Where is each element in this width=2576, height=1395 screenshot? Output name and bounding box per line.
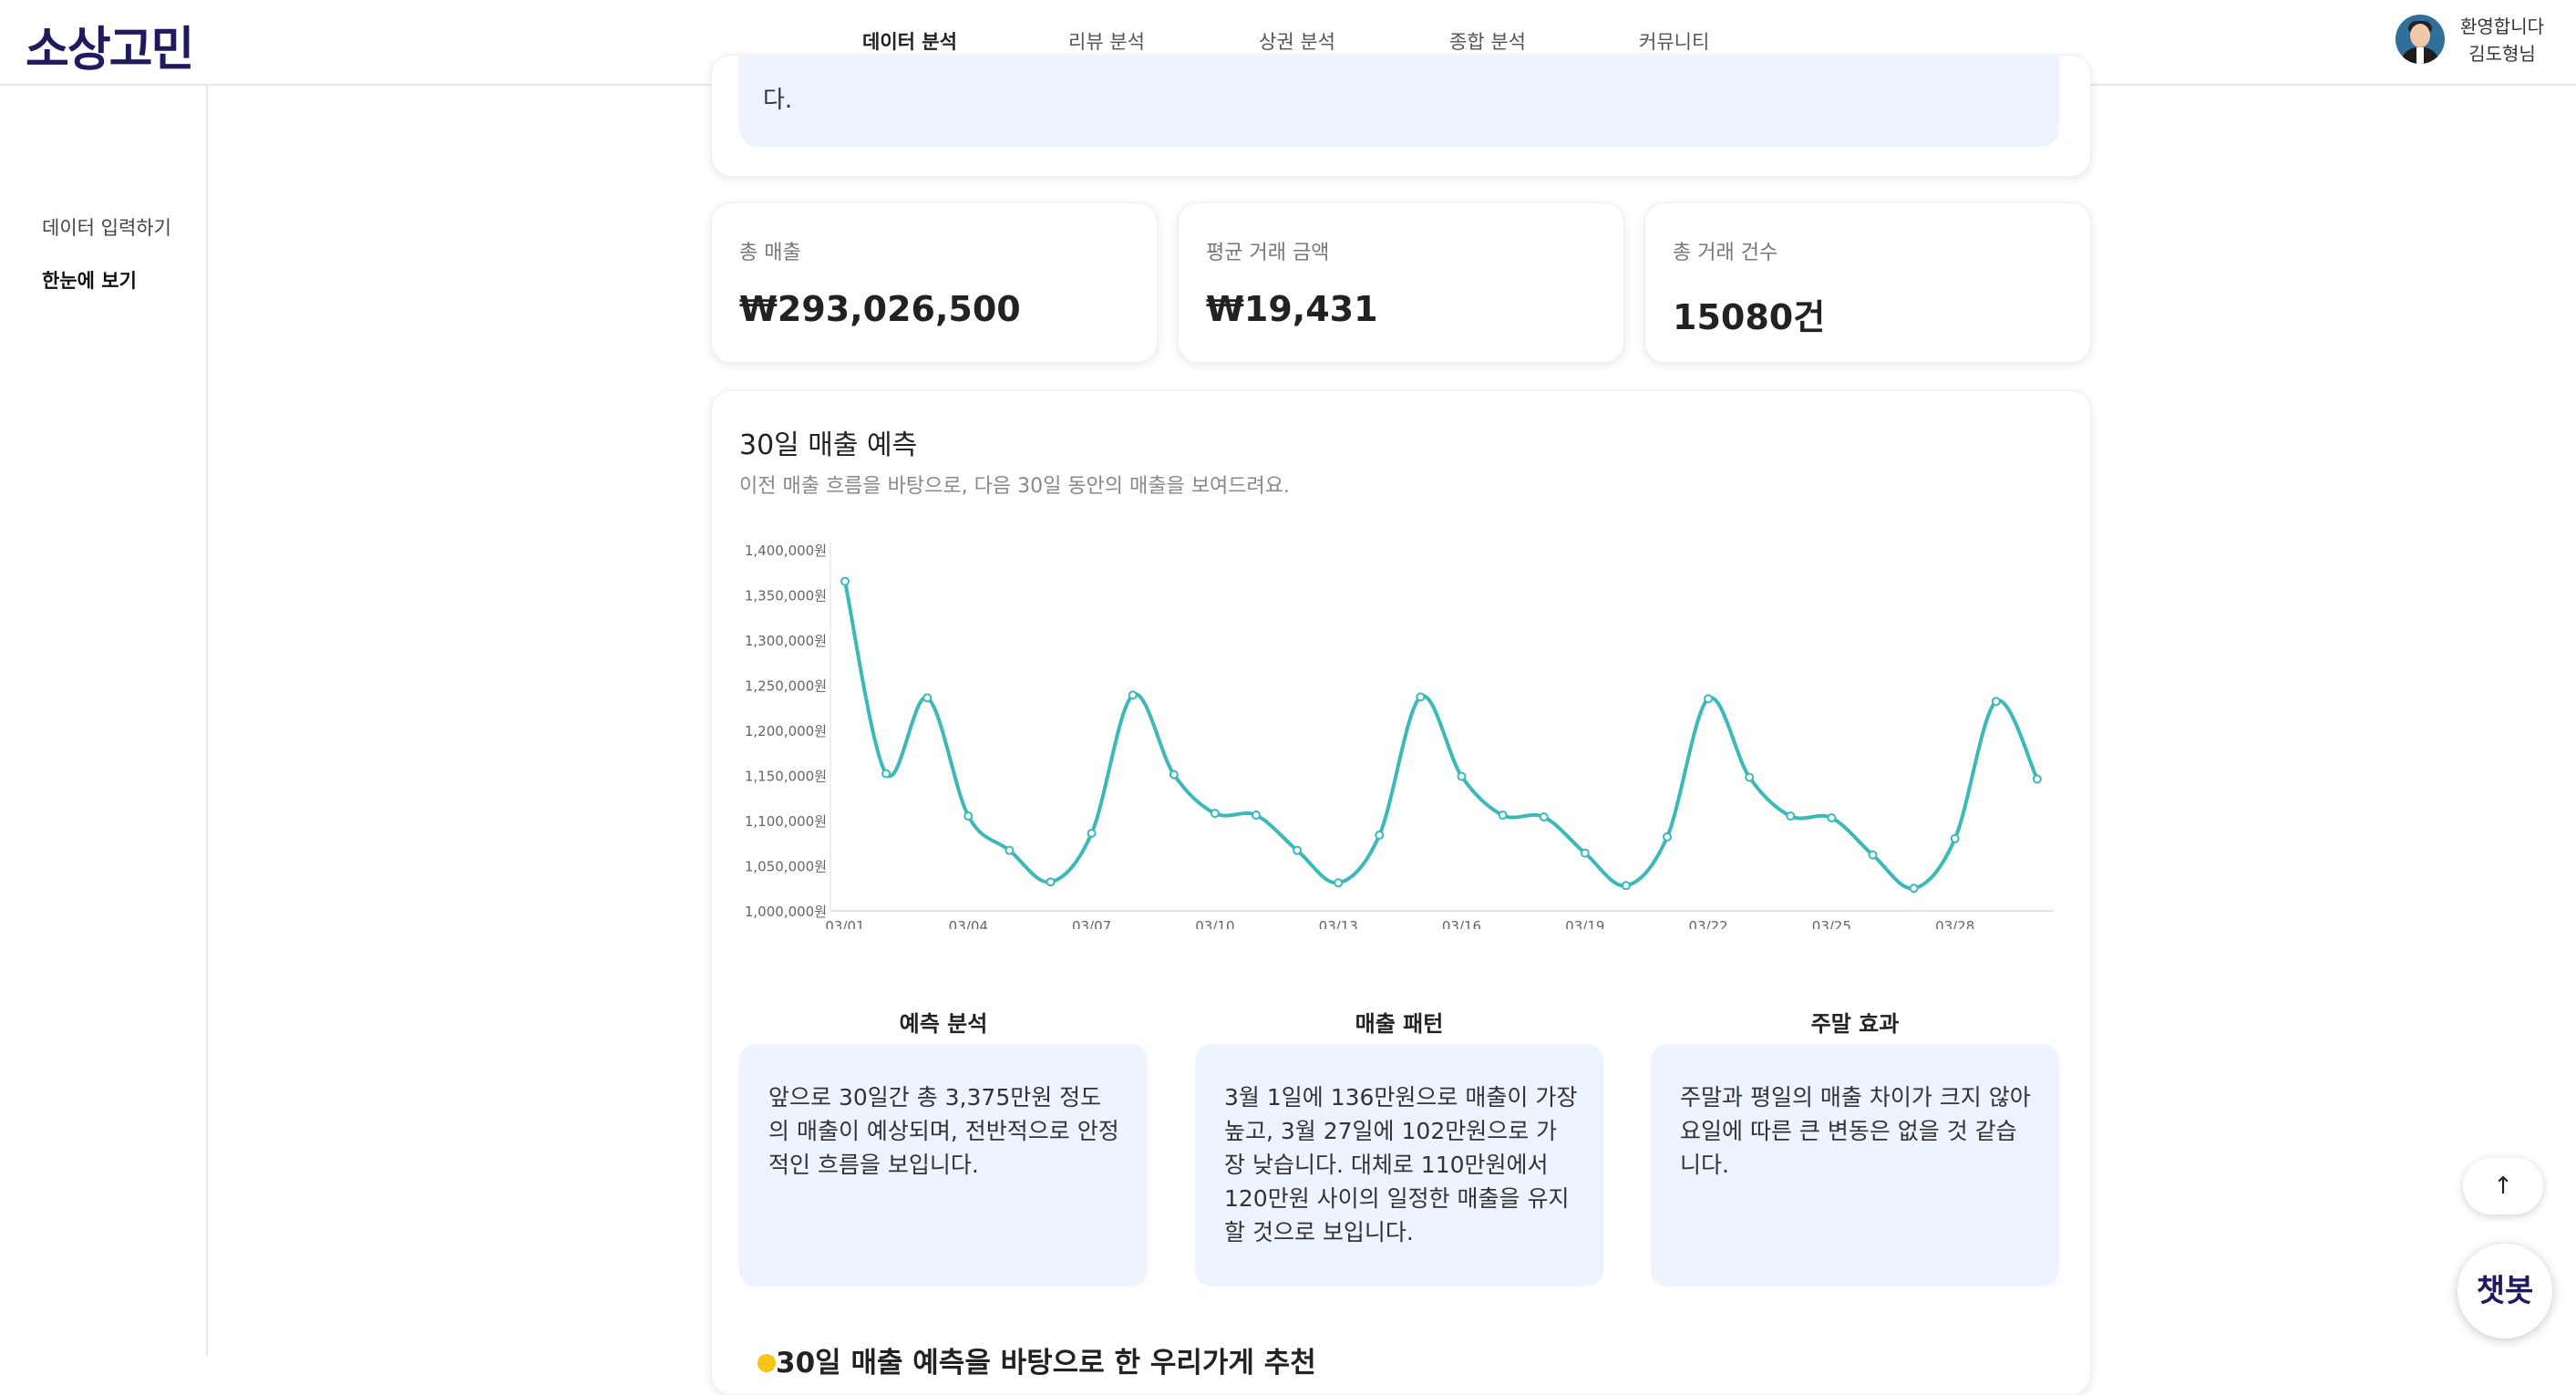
data-point[interactable] xyxy=(1539,812,1549,822)
data-point[interactable] xyxy=(1416,692,1426,702)
y-tick-label: 1,050,000원 xyxy=(745,859,827,875)
data-point[interactable] xyxy=(1704,694,1714,704)
summary-note-text: 다. xyxy=(763,87,793,114)
data-point[interactable] xyxy=(1498,811,1508,821)
y-tick-label: 1,350,000원 xyxy=(745,588,827,604)
data-point[interactable] xyxy=(1005,845,1015,855)
data-point[interactable] xyxy=(1786,811,1796,822)
analysis-title-weekend: 주말 효과 xyxy=(1810,1011,1900,1037)
x-tick-label: 03/13 xyxy=(1319,918,1358,929)
data-point[interactable] xyxy=(1334,878,1344,888)
recommend-section-title: 30일 매출 예측을 바탕으로 한 우리가게 추천 xyxy=(757,1339,1316,1380)
nav-data-analysis[interactable]: 데이터 분석 xyxy=(862,27,957,55)
nav-total-analysis[interactable]: 종합 분석 xyxy=(1449,27,1526,55)
data-point[interactable] xyxy=(1991,697,2001,707)
y-tick-label: 1,100,000원 xyxy=(745,813,827,830)
bulb-icon xyxy=(757,1354,776,1372)
welcome-text: 환영합니다 김도형님 xyxy=(2452,13,2552,67)
welcome-line: 환영합니다 xyxy=(2460,16,2544,37)
data-point[interactable] xyxy=(1210,809,1220,819)
data-point[interactable] xyxy=(840,576,850,586)
y-tick-label: 1,000,000원 xyxy=(745,904,827,920)
analysis-title-prediction: 예측 분석 xyxy=(899,1011,988,1037)
data-point[interactable] xyxy=(1128,690,1138,700)
recommend-title-text: 30일 매출 예측을 바탕으로 한 우리가게 추천 xyxy=(776,1347,1316,1380)
stat-value: ₩293,026,500 xyxy=(739,289,1021,329)
data-point[interactable] xyxy=(1252,811,1261,821)
data-point[interactable] xyxy=(1950,833,1960,843)
stat-card-total-sales: 총 매출 ₩293,026,500 xyxy=(711,202,1158,363)
nav-community[interactable]: 커뮤니티 xyxy=(1639,27,1709,55)
x-tick-label: 03/07 xyxy=(1072,918,1111,929)
data-point[interactable] xyxy=(963,811,974,822)
data-point[interactable] xyxy=(1375,830,1385,840)
stat-value: 15080건 xyxy=(1673,297,1826,337)
data-point[interactable] xyxy=(1663,832,1672,842)
y-tick-label: 1,400,000원 xyxy=(745,542,827,559)
stat-card-average-amount: 평균 거래 금액 ₩19,431 xyxy=(1178,202,1624,363)
x-tick-label: 03/01 xyxy=(825,918,864,929)
avatar[interactable] xyxy=(2396,15,2445,64)
sidebar-item-overview[interactable]: 한눈에 보기 xyxy=(42,266,137,294)
data-point[interactable] xyxy=(2032,774,2042,784)
scroll-top-button[interactable]: ↑ xyxy=(2463,1158,2543,1214)
analysis-box-weekend: 주말과 평일의 매출 차이가 크지 않아 요일에 따른 큰 변동은 없을 것 같… xyxy=(1651,1044,2059,1286)
data-point[interactable] xyxy=(1909,884,1919,894)
data-point[interactable] xyxy=(1621,881,1631,891)
y-tick-label: 1,150,000원 xyxy=(745,769,827,785)
forecast-title: 30일 매출 예측 xyxy=(739,429,918,461)
series-line xyxy=(843,581,2039,891)
data-point[interactable] xyxy=(881,769,891,779)
sidebar-item-data-input[interactable]: 데이터 입력하기 xyxy=(42,213,171,241)
nav-commercial-analysis[interactable]: 상권 분석 xyxy=(1259,27,1335,55)
stat-value: ₩19,431 xyxy=(1206,289,1378,329)
x-tick-label: 03/19 xyxy=(1565,918,1604,929)
forecast-subtitle: 이전 매출 흐름을 바탕으로, 다음 30일 동안의 매출을 보여드려요. xyxy=(739,475,1290,498)
stat-label: 총 매출 xyxy=(739,242,801,264)
data-point[interactable] xyxy=(1457,771,1467,781)
x-tick-label: 03/04 xyxy=(949,918,988,929)
data-point[interactable] xyxy=(1745,772,1755,782)
forecast-line-chart: 1,000,000원 1,050,000원 1,100,000원 1,150,000원… xyxy=(745,542,2054,929)
stat-label: 평균 거래 금액 xyxy=(1206,242,1330,264)
forecast-card: 30일 매출 예측 이전 매출 흐름을 바탕으로, 다음 30일 동안의 매출을… xyxy=(711,390,2091,1395)
y-tick-label: 1,200,000원 xyxy=(745,723,827,739)
x-tick-label: 03/25 xyxy=(1812,918,1851,929)
stat-card-transaction-count: 총 거래 건수 15080건 xyxy=(1644,202,2091,363)
data-point[interactable] xyxy=(1827,813,1837,823)
data-point[interactable] xyxy=(1169,770,1179,780)
data-point[interactable] xyxy=(1046,877,1056,887)
summary-note: 다. xyxy=(739,56,2059,147)
data-point[interactable] xyxy=(1087,828,1097,838)
x-tick-label: 03/10 xyxy=(1195,918,1234,929)
data-point[interactable] xyxy=(1580,848,1590,858)
user-name: 김도형님 xyxy=(2468,43,2536,65)
chatbot-button[interactable]: 챗봇 xyxy=(2458,1244,2552,1338)
analysis-title-pattern: 매출 패턴 xyxy=(1355,1011,1444,1037)
analysis-box-prediction: 앞으로 30일간 총 3,375만원 정도의 매출이 예상되며, 전반적으로 안… xyxy=(739,1044,1148,1286)
arrow-up-icon: ↑ xyxy=(2493,1173,2513,1200)
analysis-box-pattern: 3월 1일에 136만원으로 매출이 가장 높고, 3월 27일에 102만원으… xyxy=(1195,1044,1603,1286)
stat-label: 총 거래 건수 xyxy=(1673,242,1778,264)
y-tick-label: 1,300,000원 xyxy=(745,633,827,649)
summary-card: 다. xyxy=(711,55,2091,177)
sidebar: 데이터 입력하기 한눈에 보기 xyxy=(0,86,208,1356)
data-point[interactable] xyxy=(1868,850,1878,860)
x-tick-label: 03/22 xyxy=(1688,918,1727,929)
y-tick-label: 1,250,000원 xyxy=(745,678,827,695)
nav-review-analysis[interactable]: 리뷰 분석 xyxy=(1068,27,1145,55)
data-point[interactable] xyxy=(1293,845,1303,855)
x-tick-label: 03/16 xyxy=(1442,918,1481,929)
x-tick-label: 03/28 xyxy=(1935,918,1974,929)
data-point[interactable] xyxy=(922,693,933,703)
